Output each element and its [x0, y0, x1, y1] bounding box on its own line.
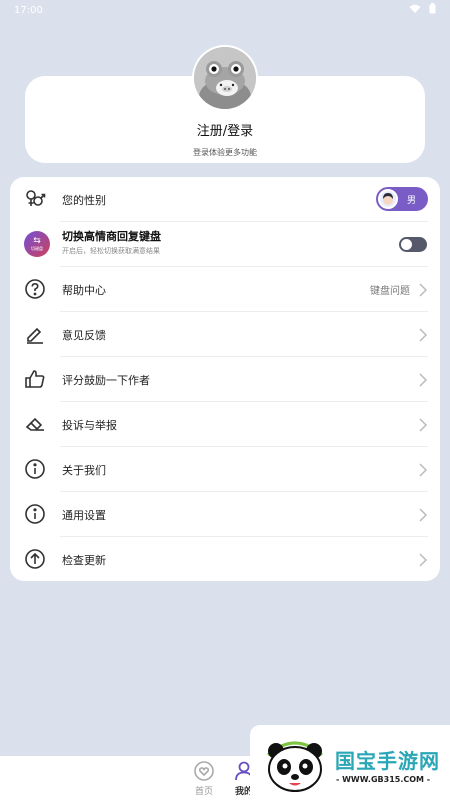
- tab-home-label: 首页: [194, 787, 213, 797]
- help-center-label: 帮助中心: [62, 283, 106, 297]
- keyboard-switch-row[interactable]: ⇆ 切键盘 切换高情商回复键盘 开启后，轻松切换获取满意结果: [10, 222, 440, 267]
- chevron-right-icon: [418, 372, 428, 387]
- status-bar: 17:00: [0, 0, 450, 20]
- report-label: 投诉与举报: [62, 418, 117, 432]
- home-heart-icon: [193, 760, 215, 782]
- rate-label: 评分鼓励一下作者: [62, 373, 150, 387]
- wifi-icon: [409, 4, 421, 17]
- about-row[interactable]: 关于我们: [10, 447, 440, 492]
- arrow-up-circle-icon: [24, 548, 46, 570]
- keyboard-switch-subtitle: 开启后，轻松切换获取满意结果: [62, 247, 160, 255]
- check-update-label: 检查更新: [62, 553, 106, 567]
- info-icon: [24, 458, 46, 480]
- chevron-right-icon: [418, 462, 428, 477]
- chevron-right-icon: [418, 417, 428, 432]
- gender-toggle[interactable]: 男: [376, 187, 428, 211]
- pencil-icon: [24, 323, 46, 345]
- chevron-right-icon: [418, 282, 428, 297]
- watermark-name: 国宝手游网: [335, 749, 440, 773]
- keyboard-switch-title: 切换高情商回复键盘: [62, 230, 161, 243]
- general-settings-row[interactable]: 通用设置: [10, 492, 440, 537]
- chevron-right-icon: [418, 327, 428, 342]
- gender-row[interactable]: 您的性别 男: [10, 177, 440, 222]
- chevron-right-icon: [418, 507, 428, 522]
- question-icon: [24, 278, 46, 300]
- panda-logo-icon: [262, 735, 328, 797]
- gender-value: 男: [407, 195, 417, 206]
- login-subtitle: 登录体验更多功能: [193, 148, 257, 157]
- boy-avatar-icon: [378, 189, 398, 209]
- avatar[interactable]: [192, 45, 258, 111]
- help-center-row[interactable]: 帮助中心 键盘问题: [10, 267, 440, 312]
- check-update-row[interactable]: 检查更新: [10, 537, 440, 582]
- eraser-icon: [24, 413, 46, 435]
- battery-icon: [429, 3, 436, 17]
- rate-row[interactable]: 评分鼓励一下作者: [10, 357, 440, 402]
- login-title[interactable]: 注册/登录: [0, 120, 450, 139]
- watermark-url: - WWW.GB315.COM -: [336, 775, 431, 784]
- frog-avatar-icon: [194, 47, 256, 109]
- gender-label: 您的性别: [62, 193, 106, 207]
- status-time: 17:00: [14, 4, 43, 16]
- general-settings-label: 通用设置: [62, 508, 106, 522]
- keyboard-toggle[interactable]: [399, 237, 427, 252]
- feedback-label: 意见反馈: [62, 328, 106, 342]
- report-row[interactable]: 投诉与举报: [10, 402, 440, 447]
- tab-home[interactable]: 首页: [184, 760, 224, 797]
- settings-menu: 您的性别 男 ⇆ 切键盘 切换高情商回复键盘 开启后，轻松切换获取满意结果 帮助…: [10, 177, 440, 581]
- keyboard-switch-icon: ⇆ 切键盘: [24, 231, 50, 257]
- feedback-row[interactable]: 意见反馈: [10, 312, 440, 357]
- thumbs-up-icon: [24, 368, 46, 390]
- info-icon: [24, 503, 46, 525]
- help-center-hint: 键盘问题: [370, 286, 410, 297]
- about-label: 关于我们: [62, 463, 106, 477]
- chevron-right-icon: [418, 552, 428, 567]
- gender-icon: [24, 188, 46, 210]
- watermark-logo: 国宝手游网 - WWW.GB315.COM -: [250, 725, 450, 800]
